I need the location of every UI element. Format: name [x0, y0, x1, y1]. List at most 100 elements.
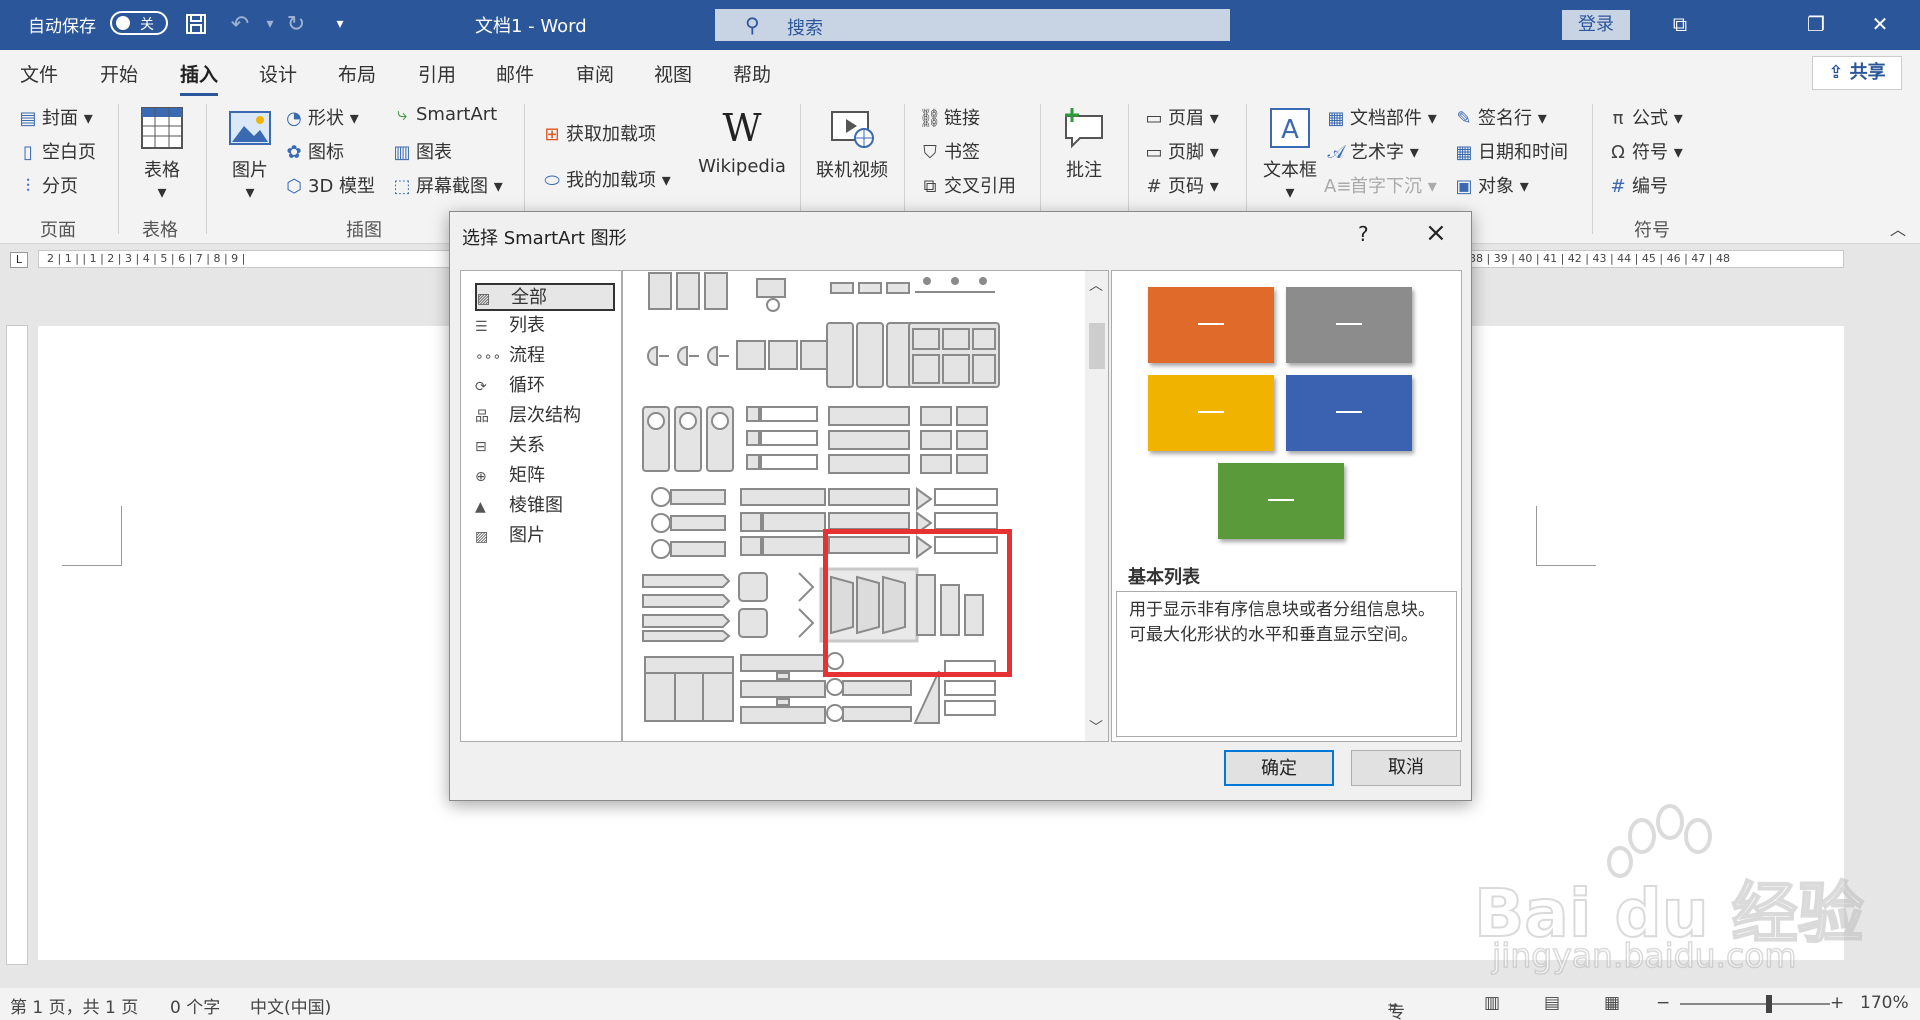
layout-thumbnail[interactable]: [639, 403, 739, 479]
date-time-button[interactable]: ▦ 日期和时间: [1452, 138, 1568, 164]
cover-page-button[interactable]: ▤ 封面 ▾: [16, 104, 92, 130]
comment-button[interactable]: 批注: [1054, 106, 1114, 182]
layout-thumbnail[interactable]: [733, 651, 833, 727]
tab-layout[interactable]: 布局: [338, 60, 376, 87]
bookmark-button[interactable]: ⛉ 书签: [918, 138, 980, 164]
status-language[interactable]: 中文(中国): [250, 993, 331, 1018]
equation-button[interactable]: π 公式 ▾: [1606, 104, 1683, 130]
icons-button[interactable]: ✿ 图标: [282, 138, 344, 164]
get-addins-button[interactable]: ⊞ 获取加载项: [540, 120, 656, 146]
close-window-icon[interactable]: ✕: [1860, 8, 1900, 40]
tab-file[interactable]: 文件: [20, 60, 58, 87]
category-cycle[interactable]: ⟳ 循环: [475, 373, 615, 401]
zoom-out-button[interactable]: −: [1656, 993, 1670, 1013]
tab-home[interactable]: 开始: [100, 60, 138, 87]
redo-icon[interactable]: ↻: [282, 11, 310, 37]
collapse-ribbon-icon[interactable]: ︿: [1890, 216, 1906, 240]
scroll-up-icon[interactable]: ︿: [1089, 275, 1103, 295]
online-video-button[interactable]: 联机视频: [812, 106, 892, 182]
customize-toolbar-icon[interactable]: ▾: [326, 11, 354, 37]
layout-thumbnail[interactable]: [819, 403, 919, 479]
wikipedia-button[interactable]: W Wikipedia: [696, 106, 788, 177]
autosave-toggle[interactable]: 关: [110, 11, 168, 35]
layout-thumbnail[interactable]: [639, 319, 739, 395]
layout-thumbnail[interactable]: [639, 270, 739, 319]
share-button[interactable]: ⇪ 共享: [1812, 56, 1902, 90]
layout-thumbnail[interactable]: [639, 485, 739, 561]
tab-insert[interactable]: 插入: [180, 60, 219, 96]
vertical-ruler[interactable]: [6, 325, 28, 965]
zoom-slider-handle[interactable]: [1766, 995, 1772, 1013]
category-process[interactable]: ∘∘∘ 流程: [475, 343, 615, 371]
category-all[interactable]: ▨ 全部: [475, 283, 615, 311]
category-picture[interactable]: ▨ 图片: [475, 523, 615, 551]
read-mode-icon[interactable]: ▥: [1484, 993, 1500, 1013]
tab-help[interactable]: 帮助: [733, 60, 771, 87]
category-matrix[interactable]: ⊕ 矩阵: [475, 463, 615, 491]
category-hierarchy[interactable]: 品 层次结构: [475, 403, 615, 431]
status-page[interactable]: 第 1 页，共 1 页: [10, 993, 138, 1018]
textbox-button[interactable]: A 文本框 ▾: [1258, 106, 1322, 203]
zoom-slider[interactable]: [1680, 995, 1830, 1013]
undo-icon[interactable]: ↶: [226, 11, 254, 37]
3d-models-button[interactable]: ⬡ 3D 模型: [282, 172, 375, 198]
save-icon[interactable]: [182, 11, 210, 37]
scrollbar-thumb[interactable]: [1089, 323, 1105, 369]
close-icon[interactable]: ×: [1425, 218, 1447, 248]
ribbon-display-options-icon[interactable]: ⧉: [1660, 8, 1700, 40]
chart-button[interactable]: ▥ 图表: [390, 138, 452, 164]
symbol-button[interactable]: Ω 符号 ▾: [1606, 138, 1683, 164]
gallery-scrollbar[interactable]: ︿ ﹀: [1085, 271, 1108, 741]
layout-thumbnail[interactable]: [733, 270, 833, 319]
web-layout-icon[interactable]: ▦: [1604, 993, 1620, 1013]
table-button[interactable]: 表格 ▾: [134, 106, 190, 203]
page-break-button[interactable]: ⫶ 分页: [16, 172, 78, 198]
login-button[interactable]: 登录: [1562, 10, 1630, 40]
tab-selector[interactable]: L: [10, 252, 28, 268]
category-pyramid[interactable]: ▲ 棱锥图: [475, 493, 615, 521]
page-number-button[interactable]: # 页码 ▾: [1142, 172, 1218, 198]
layout-thumbnail[interactable]: [639, 567, 739, 643]
layout-thumbnail[interactable]: [819, 270, 919, 319]
zoom-in-button[interactable]: +: [1830, 993, 1844, 1013]
category-relationship[interactable]: ⊟ 关系: [475, 433, 615, 461]
header-button[interactable]: ▭ 页眉 ▾: [1142, 104, 1218, 130]
blank-page-button[interactable]: ▯ 空白页: [16, 138, 96, 164]
undo-dropdown-icon[interactable]: ▾: [256, 11, 284, 37]
footer-button[interactable]: ▭ 页脚 ▾: [1142, 138, 1218, 164]
layout-thumbnail[interactable]: [733, 319, 833, 395]
layout-thumbnail[interactable]: [819, 319, 919, 395]
shapes-button[interactable]: ◔ 形状 ▾: [282, 104, 359, 130]
link-button[interactable]: ⛓ 链接: [918, 104, 980, 130]
pictures-button[interactable]: 图片 ▾: [222, 106, 278, 203]
scroll-down-icon[interactable]: ﹀: [1089, 717, 1103, 737]
status-word-count[interactable]: 0 个字: [170, 993, 220, 1018]
object-button[interactable]: ▣ 对象 ▾: [1452, 172, 1528, 198]
tab-review[interactable]: 审阅: [576, 60, 614, 87]
wordart-button[interactable]: 𝒜 艺术字 ▾: [1324, 138, 1418, 164]
my-addins-button[interactable]: ⬭ 我的加载项 ▾: [540, 166, 670, 192]
layout-thumbnail[interactable]: [905, 270, 1005, 319]
tab-design[interactable]: 设计: [259, 60, 297, 87]
layout-thumbnail[interactable]: [733, 485, 833, 561]
restore-window-icon[interactable]: ❐: [1796, 8, 1836, 40]
signature-line-button[interactable]: ✎ 签名行 ▾: [1452, 104, 1546, 130]
tab-mailings[interactable]: 邮件: [496, 60, 534, 87]
cancel-button[interactable]: 取消: [1351, 750, 1461, 786]
cross-reference-button[interactable]: ⧉ 交叉引用: [918, 172, 1016, 198]
layout-thumbnail[interactable]: [905, 319, 1005, 395]
zoom-level[interactable]: 170%: [1860, 993, 1909, 1013]
drop-cap-button[interactable]: A≡首字下沉 ▾: [1324, 172, 1437, 198]
tab-view[interactable]: 视图: [654, 60, 692, 87]
ok-button[interactable]: 确定: [1224, 750, 1334, 786]
layout-thumbnail[interactable]: [905, 403, 1005, 479]
layout-thumbnail[interactable]: [733, 567, 833, 643]
print-layout-icon[interactable]: ▤: [1544, 993, 1560, 1013]
smartart-button[interactable]: ⤷ SmartArt: [390, 104, 497, 125]
layout-thumbnail[interactable]: [733, 403, 833, 479]
number-button[interactable]: # 编号: [1606, 172, 1668, 198]
screenshot-button[interactable]: ⬚ 屏幕截图 ▾: [390, 172, 502, 198]
layout-thumbnail[interactable]: [639, 651, 739, 727]
category-list-type[interactable]: ☰ 列表: [475, 313, 615, 341]
quick-parts-button[interactable]: ▦ 文档部件 ▾: [1324, 104, 1436, 130]
